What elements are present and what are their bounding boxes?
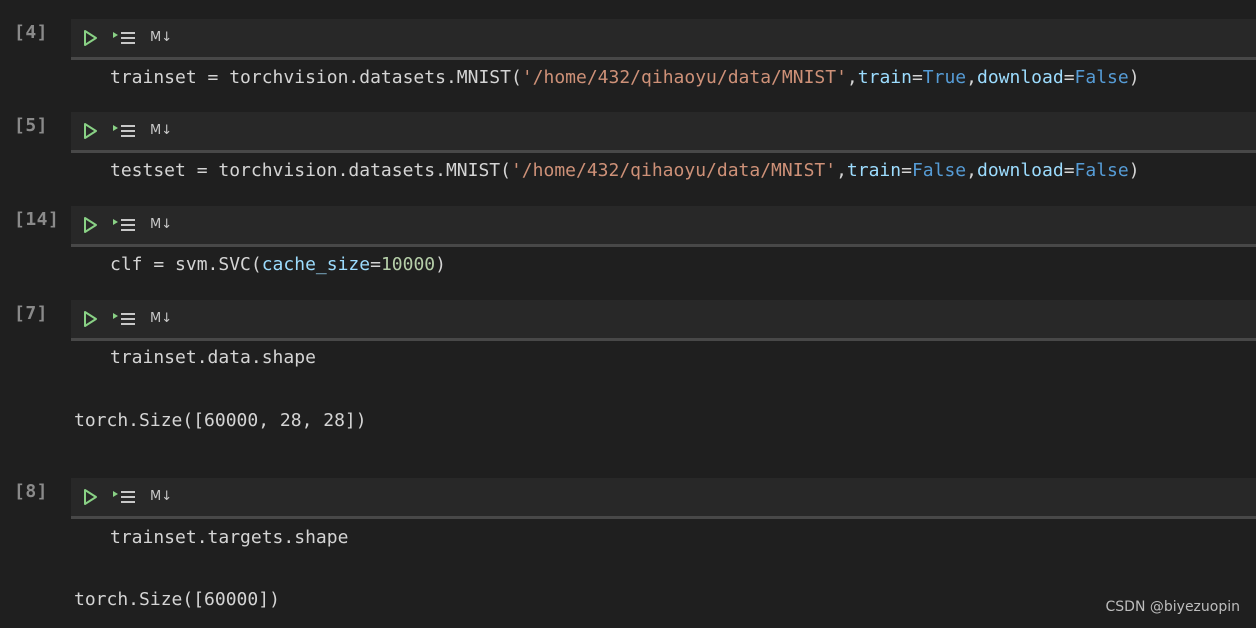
code-kwarg: download <box>976 160 1064 181</box>
run-cell-icon[interactable] <box>81 29 99 47</box>
run-below-icon[interactable] <box>112 216 136 234</box>
code-line[interactable]: testset = torchvision.datasets.MNIST('/h… <box>110 160 1140 182</box>
execution-count: [8] <box>14 481 49 502</box>
run-below-icon[interactable] <box>112 122 136 140</box>
execution-count: [5] <box>14 115 49 136</box>
code-equals: = <box>901 160 912 181</box>
markdown-toggle[interactable]: M↓ <box>150 122 172 140</box>
code-bool: True <box>922 67 967 88</box>
cell-toolbar: M↓ <box>71 206 1256 247</box>
code-number: 10000 <box>380 254 436 275</box>
code-comma: , <box>966 67 977 88</box>
code-string: '/home/432/qihaoyu/data/MNIST' <box>521 67 847 88</box>
code-comma: , <box>846 67 858 88</box>
run-cell-icon[interactable] <box>81 310 99 328</box>
cell-toolbar: M↓ <box>71 112 1256 153</box>
code-string: '/home/432/qihaoyu/data/MNIST' <box>510 160 837 181</box>
run-cell-icon[interactable] <box>81 488 99 506</box>
cell-toolbar: M↓ <box>71 300 1256 341</box>
cell-toolbar: M↓ <box>71 19 1256 60</box>
code-equals: = <box>1063 67 1075 88</box>
code-line[interactable]: clf = svm.SVC(cache_size=10000) <box>110 254 446 276</box>
code-equals: = <box>370 254 381 275</box>
run-below-icon[interactable] <box>112 488 136 506</box>
code-line[interactable]: trainset.targets.shape <box>110 527 348 549</box>
code-paren: ) <box>1128 160 1140 181</box>
code-kwarg: cache_size <box>261 254 371 275</box>
markdown-toggle[interactable]: M↓ <box>150 310 172 328</box>
execution-count: [14] <box>14 209 60 230</box>
code-text: trainset = torchvision.datasets.MNIST( <box>110 67 522 88</box>
code-paren: ) <box>1128 67 1140 88</box>
code-comma: , <box>836 160 847 181</box>
watermark: CSDN @biyezuopin <box>1105 599 1240 615</box>
cell-toolbar: M↓ <box>71 478 1256 519</box>
markdown-toggle[interactable]: M↓ <box>150 29 172 47</box>
code-bool: False <box>911 160 967 181</box>
run-below-icon[interactable] <box>112 29 136 47</box>
markdown-toggle[interactable]: M↓ <box>150 488 172 506</box>
run-cell-icon[interactable] <box>81 122 99 140</box>
cell-output: torch.Size([60000]) <box>74 589 280 610</box>
notebook: [4] M↓ trainset = torchvision.datasets.M… <box>0 0 1256 628</box>
code-line[interactable]: trainset.data.shape <box>110 347 316 369</box>
cell-output: torch.Size([60000, 28, 28]) <box>74 410 367 431</box>
code-kwarg: train <box>846 160 902 181</box>
code-line[interactable]: trainset = torchvision.datasets.MNIST('/… <box>110 67 1140 89</box>
code-paren: ) <box>435 254 446 275</box>
code-bool: False <box>1074 67 1129 88</box>
run-cell-icon[interactable] <box>81 216 99 234</box>
code-equals: = <box>1063 160 1075 181</box>
code-bool: False <box>1074 160 1129 181</box>
run-below-icon[interactable] <box>112 310 136 328</box>
execution-count: [7] <box>14 303 49 324</box>
code-equals: = <box>911 67 923 88</box>
code-kwarg: train <box>857 67 912 88</box>
code-text: testset = torchvision.datasets.MNIST( <box>110 160 511 181</box>
markdown-toggle[interactable]: M↓ <box>150 216 172 234</box>
code-text: clf = svm.SVC( <box>110 254 262 275</box>
execution-count: [4] <box>14 22 49 43</box>
code-kwarg: download <box>977 67 1064 88</box>
code-comma: , <box>966 160 977 181</box>
